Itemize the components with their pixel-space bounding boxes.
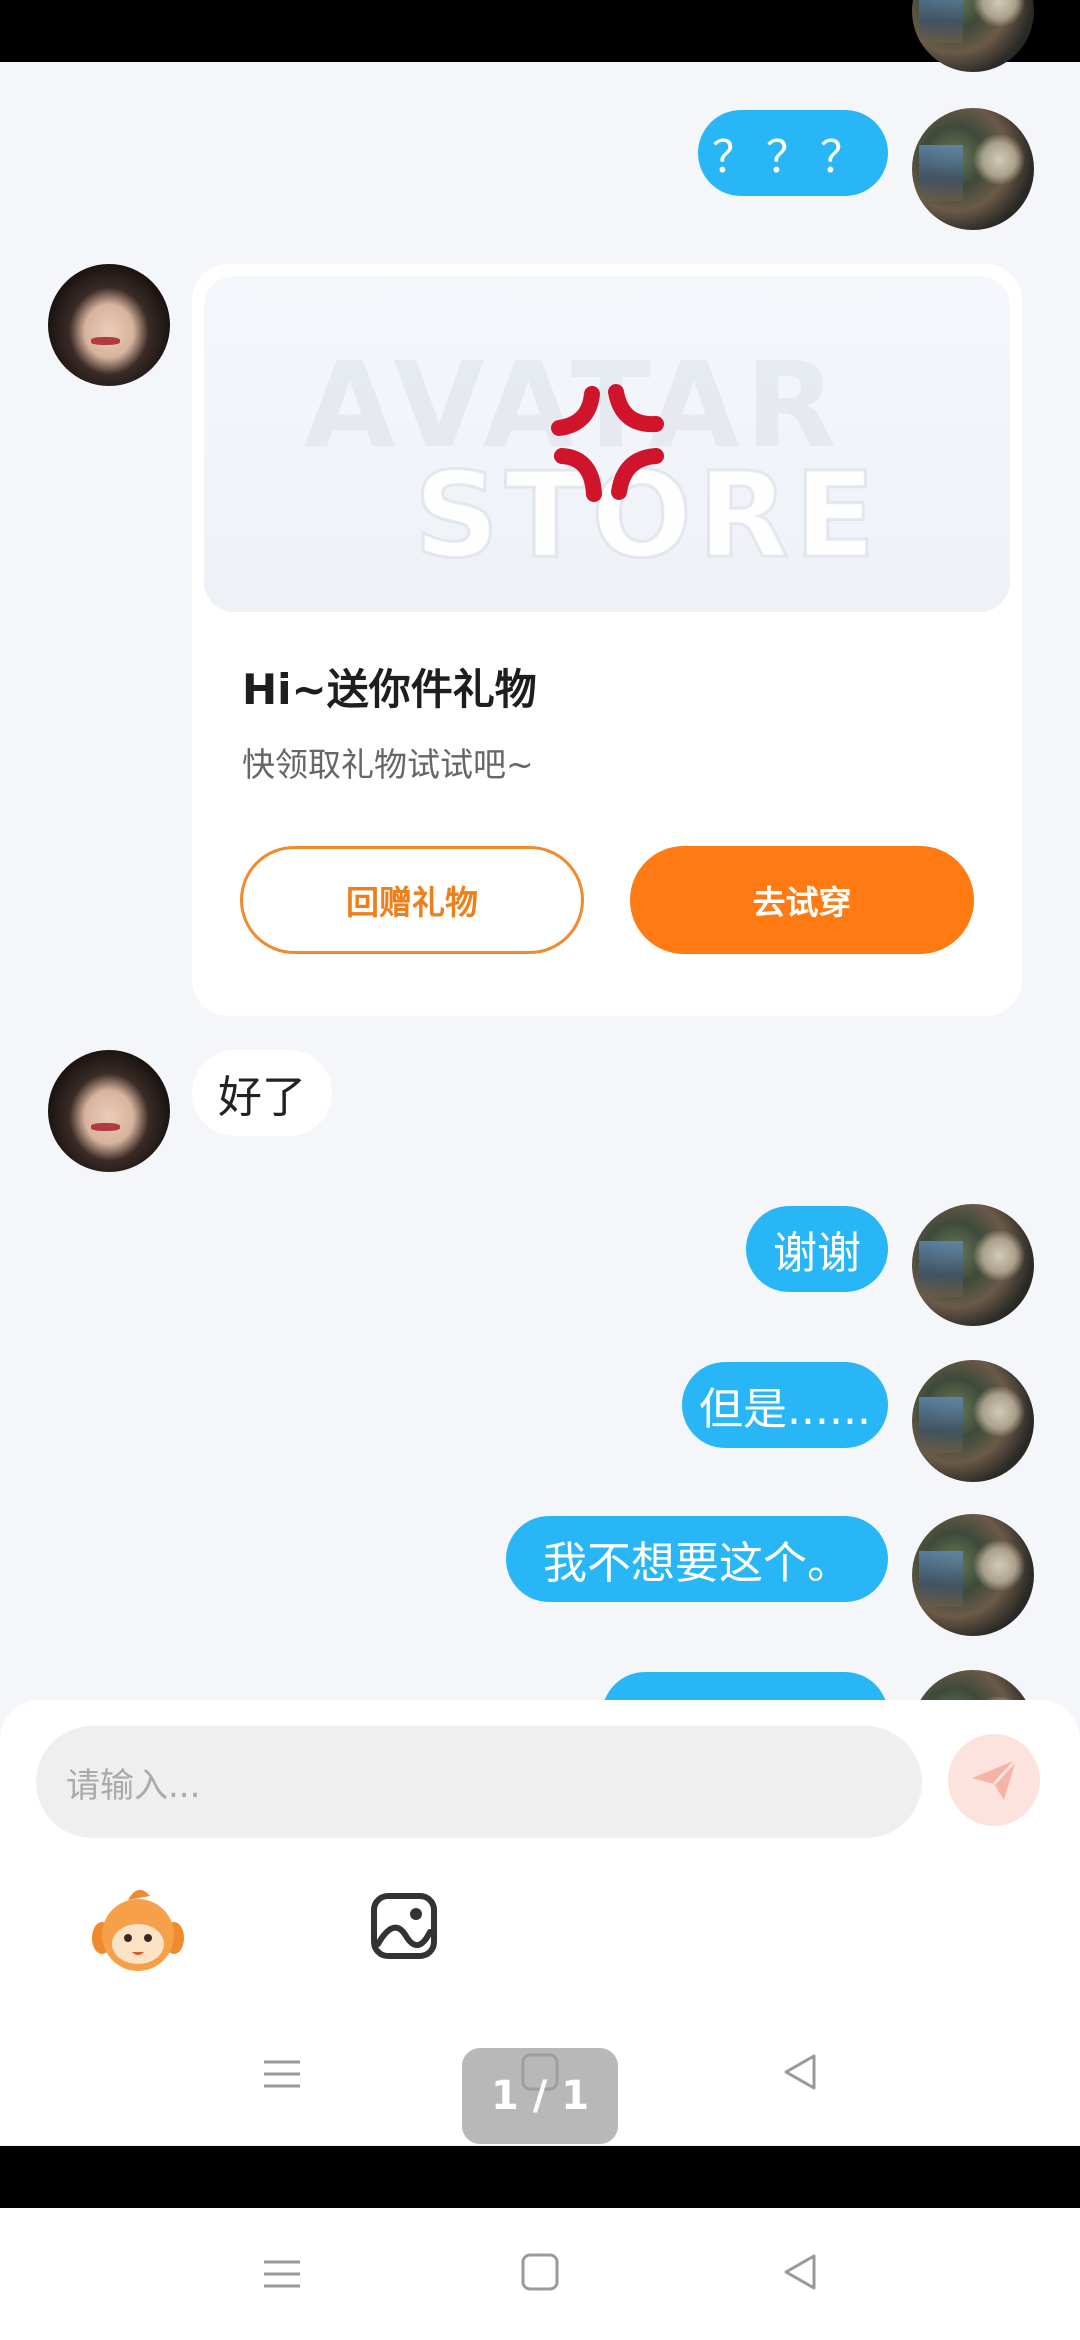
return-gift-button[interactable]: 回赠礼物 (240, 846, 584, 954)
my-avatar[interactable] (912, 1514, 1034, 1636)
my-message-bubble[interactable]: 谢谢 (746, 1206, 888, 1292)
image-button[interactable] (364, 1886, 444, 1966)
anger-symbol-icon (551, 384, 664, 502)
gift-card[interactable]: AVATAR STORE Hi~送你件礼物 快领取礼物试试吧~ 回赠礼物 去试穿 (192, 264, 1022, 1016)
my-avatar[interactable] (912, 1360, 1034, 1482)
back-icon[interactable] (780, 2252, 820, 2292)
contact-avatar[interactable] (48, 1050, 170, 1172)
my-avatar[interactable] (912, 108, 1034, 230)
try-on-button[interactable]: 去试穿 (630, 846, 974, 954)
message-input[interactable]: 请输入... (36, 1726, 922, 1838)
contact-avatar[interactable] (48, 264, 170, 386)
menu-icon[interactable] (262, 2054, 302, 2094)
my-message-bubble[interactable]: 但是...... (682, 1362, 888, 1448)
gift-card-title: Hi~送你件礼物 (242, 665, 537, 714)
emoji-mascot-icon (92, 1889, 184, 1971)
image-icon (371, 1893, 437, 1959)
my-message-bubble[interactable]: 我不想要这个。 (506, 1516, 888, 1602)
home-icon[interactable] (520, 2252, 560, 2292)
my-avatar[interactable] (912, 1204, 1034, 1326)
menu-icon[interactable] (262, 2254, 302, 2294)
send-icon (972, 1758, 1018, 1800)
divider-bar (0, 2146, 1080, 2208)
gift-card-image: AVATAR STORE (204, 276, 1010, 612)
send-button[interactable] (948, 1734, 1040, 1826)
emoji-button[interactable] (88, 1880, 188, 1980)
system-navigation-bar (0, 2208, 1080, 2340)
my-message-bubble[interactable]: ？？？ (698, 110, 888, 196)
contact-message-bubble[interactable]: 好了 (192, 1050, 332, 1136)
back-icon[interactable] (780, 2052, 820, 2092)
page-indicator: 1 / 1 (462, 2048, 618, 2144)
gift-card-subtitle: 快领取礼物试试吧~ (242, 745, 534, 784)
